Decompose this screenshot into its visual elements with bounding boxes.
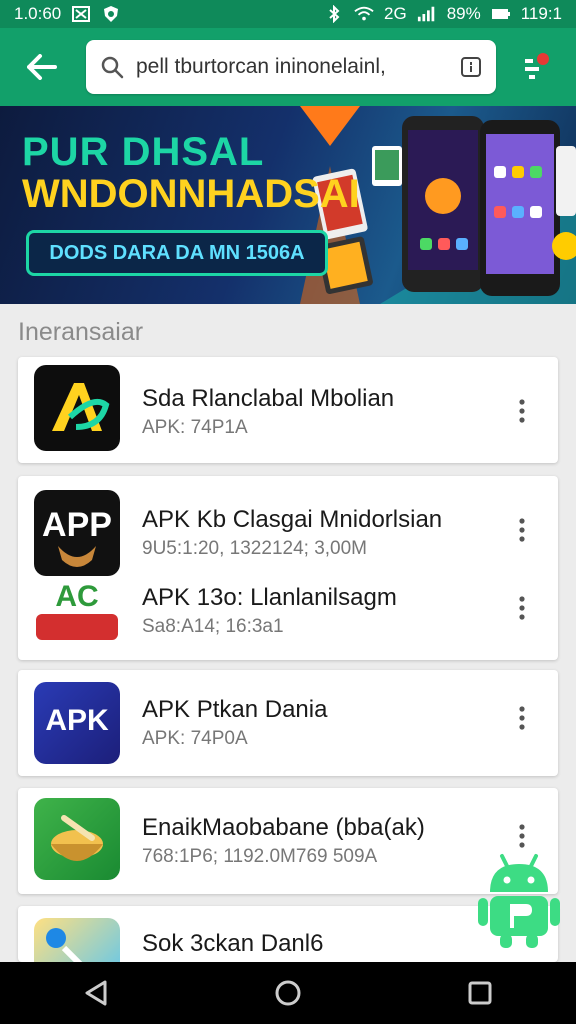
wifi-icon: [354, 6, 374, 22]
app-logo-icon: [46, 928, 83, 962]
app-icon: AC: [34, 580, 120, 644]
battery-icon: [491, 6, 511, 22]
app-icon-label: APK: [45, 704, 109, 737]
app-card: APP APK Kb Clasgai Mnidorlsian 9U5:1:20,…: [18, 476, 558, 660]
app-logo-icon: [52, 383, 110, 431]
section-title: Ineransaiar: [18, 318, 144, 346]
battery-percent: 89%: [446, 4, 481, 23]
search-input[interactable]: [136, 55, 460, 79]
app-list-item[interactable]: AC APK 13o: Llanlanilsagm Sa8:A14; 16:3a…: [18, 580, 558, 670]
search-bar[interactable]: [86, 40, 496, 94]
bluetooth-icon: [324, 5, 344, 23]
android-icon: [478, 854, 560, 948]
app-icon: APP: [34, 490, 120, 576]
nav-home-button[interactable]: [258, 963, 318, 1023]
system-nav-bar: [0, 962, 576, 1024]
more-options-icon[interactable]: [510, 590, 534, 626]
promo-banner[interactable]: PUR DHSAL WNDONNHADSAI DODS DARA DA MN 1…: [0, 106, 576, 304]
search-icon: [101, 56, 124, 79]
app-name: APK Ptkan Dania: [142, 696, 328, 723]
banner-cta-button[interactable]: DODS DARA DA MN 1506A: [26, 230, 328, 276]
android-mascot-button[interactable]: [474, 850, 564, 950]
menu-dots-icon: [525, 53, 549, 79]
arrow-left-icon: [27, 54, 57, 80]
app-icon: [34, 798, 120, 880]
app-icon: APK: [34, 682, 120, 764]
notification-icon: [71, 6, 91, 22]
banner-subtitle: WNDONNHADSAI: [22, 172, 360, 216]
app-list-item[interactable]: APK APK Ptkan Dania APK: 74P0A: [18, 682, 558, 772]
app-name: Sok 3ckan Danl6: [142, 930, 324, 957]
back-button[interactable]: [0, 28, 84, 106]
signal-icon: [417, 6, 437, 22]
app-name: Sda Rlanclabal Mbolian: [142, 385, 395, 412]
app-icon-label: AC: [55, 580, 99, 613]
app-name: EnaikMaobabane (bba(ak): [142, 814, 425, 841]
more-options-icon[interactable]: [510, 512, 534, 548]
app-bar: [0, 28, 576, 106]
menu-button[interactable]: [512, 48, 560, 88]
info-icon: [461, 57, 481, 77]
bowl-icon: [51, 815, 103, 861]
shield-icon: [101, 6, 121, 22]
app-icon: [34, 918, 120, 962]
app-meta: Sa8:A14; 16:3a1: [142, 616, 284, 637]
square-recents-icon: [468, 981, 492, 1005]
more-options-icon[interactable]: [510, 393, 534, 429]
network-type: 2G: [384, 4, 407, 23]
app-meta: APK: 74P1A: [142, 417, 248, 438]
app-list-item[interactable]: APP APK Kb Clasgai Mnidorlsian 9U5:1:20,…: [18, 490, 558, 580]
app-name: APK Kb Clasgai Mnidorlsian: [142, 506, 443, 533]
nav-back-button[interactable]: [66, 963, 126, 1023]
app-icon: [34, 365, 120, 451]
status-clock: 119:1: [520, 4, 562, 23]
app-meta: APK: 74P0A: [142, 728, 248, 749]
app-meta: 9U5:1:20, 1322124; 3,00M: [142, 538, 368, 559]
more-options-icon[interactable]: [510, 700, 534, 736]
app-card: Sda Rlanclabal Mbolian APK: 74P1A: [18, 357, 558, 463]
circle-home-icon: [275, 980, 301, 1006]
app-card: APK APK Ptkan Dania APK: 74P0A: [18, 670, 558, 776]
triangle-back-icon: [85, 980, 107, 1006]
more-options-icon[interactable]: [510, 818, 534, 854]
banner-title: PUR DHSAL: [22, 130, 265, 174]
status-bar: 1.0:60 2G 89% 119:1: [0, 0, 576, 28]
status-time: 1.0:60: [14, 4, 62, 23]
nav-recents-button[interactable]: [450, 963, 510, 1023]
app-name: APK 13o: Llanlanilsagm: [142, 584, 397, 611]
app-list-item[interactable]: Sda Rlanclabal Mbolian APK: 74P1A: [18, 365, 558, 455]
app-meta: 768:1P6; 1192.0M769 509A: [142, 846, 378, 867]
